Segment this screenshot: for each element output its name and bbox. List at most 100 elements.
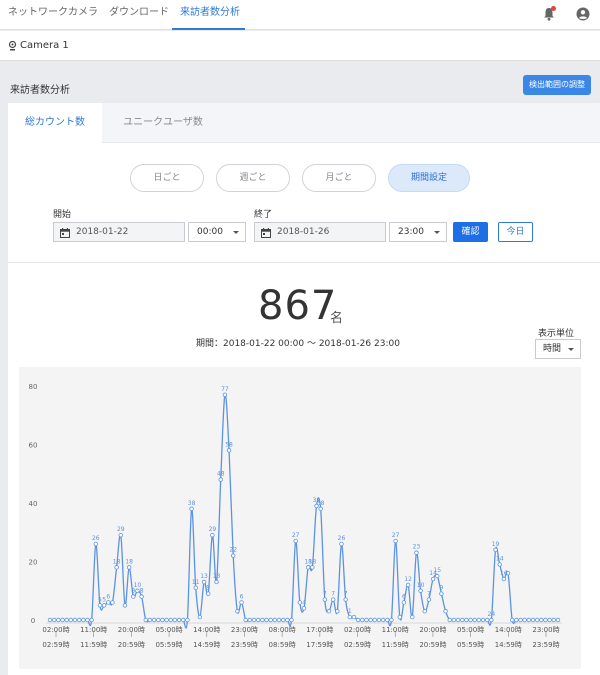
data-point (276, 617, 282, 623)
end-time-select[interactable]: 23:00 (389, 222, 447, 242)
camera-icon (8, 40, 17, 51)
x-tick-label-start: 11:00時 (80, 626, 107, 634)
data-point (460, 617, 465, 623)
bell-icon[interactable] (543, 6, 556, 21)
data-point (493, 547, 498, 552)
data-point (497, 562, 502, 567)
x-tick-label-end: 08:59時 (269, 641, 296, 649)
data-point (534, 617, 540, 623)
data-point (51, 617, 57, 623)
data-point (89, 617, 94, 623)
top-nav: ネットワークカメラ ダウンロード 来訪者数分析 (0, 0, 600, 30)
x-tick-label-end: 02:59時 (344, 641, 371, 649)
data-point (389, 617, 394, 623)
data-point (339, 541, 344, 547)
data-label: 12 (404, 576, 412, 583)
display-unit-value: 時間 (543, 344, 562, 354)
data-label: 9 (439, 585, 443, 592)
data-point (472, 617, 477, 623)
data-point (156, 617, 161, 623)
data-point (501, 576, 507, 582)
data-point (93, 541, 99, 547)
start-date-field[interactable]: 2018-01-22 (53, 222, 185, 242)
period-weekly-button[interactable]: 週ごと (216, 164, 290, 192)
data-point (489, 617, 494, 623)
x-tick-label-start: 02:00時 (42, 626, 69, 634)
data-label: 11 (192, 579, 200, 586)
start-date-value: 2018-01-22 (76, 227, 129, 237)
data-point (76, 617, 82, 623)
confirm-button[interactable]: 確認 (453, 222, 488, 242)
data-point (293, 538, 298, 544)
data-label: 23 (413, 544, 421, 551)
nav-tab-network-camera[interactable]: ネットワークカメラ (8, 0, 98, 30)
data-point (485, 617, 490, 623)
period-custom-button[interactable]: 期間設定 (388, 164, 470, 192)
user-account-icon[interactable] (576, 7, 590, 21)
data-label: 6 (240, 593, 244, 600)
data-point (368, 617, 373, 623)
tab-total-count[interactable]: 総カウント数 (8, 103, 102, 143)
data-point (430, 576, 436, 582)
data-point (518, 617, 523, 623)
series-line (50, 393, 558, 629)
start-time-select[interactable]: 00:00 (188, 222, 246, 242)
data-label: 13 (213, 573, 221, 580)
data-point (285, 617, 290, 623)
y-tick-label: 0 (31, 617, 35, 625)
data-point (56, 617, 61, 623)
data-point (355, 617, 361, 623)
data-point (310, 565, 315, 570)
data-point (189, 506, 194, 512)
data-point (255, 617, 261, 623)
data-label: 15 (433, 567, 441, 574)
x-tick-label-end: 14:59時 (495, 641, 522, 649)
period-monthly-button[interactable]: 月ごと (302, 164, 376, 192)
data-point (210, 532, 215, 538)
start-time-value: 00:00 (197, 227, 223, 237)
data-point (476, 617, 482, 623)
data-point (347, 614, 353, 620)
data-point (172, 617, 178, 623)
tab-unique-users[interactable]: ユニークユーザ数 (102, 103, 224, 143)
data-point (126, 565, 132, 570)
calendar-icon (60, 227, 70, 238)
data-point (530, 617, 536, 623)
data-point (160, 617, 165, 623)
x-tick-label-end: 05:59時 (457, 641, 484, 649)
nav-tab-visitor-analysis[interactable]: 来訪者数分析 (172, 0, 245, 30)
data-point (514, 617, 519, 623)
today-button[interactable]: 今日 (498, 222, 533, 242)
data-label: 14 (496, 555, 504, 562)
end-date-field[interactable]: 2018-01-26 (254, 222, 386, 242)
data-label: 4 (302, 599, 306, 606)
x-tick-label-end: 11:59時 (80, 641, 107, 649)
calendar-icon (261, 227, 271, 238)
data-point (235, 609, 240, 614)
line-chart-svg: 0 20 40 60 80 02:00時 02:59時 11:00時 11:59時 20:00時 2… (29, 383, 562, 649)
data-label: 27 (292, 532, 300, 539)
x-tick-label-start: 05:00時 (457, 626, 484, 634)
adjust-detection-area-button[interactable]: 検出範囲の調整 (523, 75, 591, 95)
x-tick-label-end: 14:59時 (193, 641, 220, 649)
y-tick-label: 40 (29, 500, 38, 508)
period-daily-button[interactable]: 日ごと (130, 164, 204, 192)
display-unit-select[interactable]: 時間 (535, 339, 581, 359)
data-point (151, 617, 157, 623)
nav-tab-download[interactable]: ダウンロード (109, 0, 169, 30)
data-point (218, 477, 223, 482)
data-point (247, 617, 253, 623)
camera-name: Camera 1 (20, 40, 69, 51)
data-point (85, 617, 90, 623)
data-point (335, 609, 340, 614)
data-point (206, 591, 211, 596)
data-point (97, 603, 103, 608)
count-tabs: 総カウント数 ユニークユーザ数 (8, 103, 600, 143)
data-point (468, 617, 473, 623)
data-point (106, 600, 111, 605)
data-point (376, 617, 382, 623)
data-label: 1 (348, 608, 352, 615)
end-time-value: 23:00 (398, 227, 424, 237)
notification-dot (551, 6, 556, 11)
data-label: 29 (117, 526, 125, 533)
